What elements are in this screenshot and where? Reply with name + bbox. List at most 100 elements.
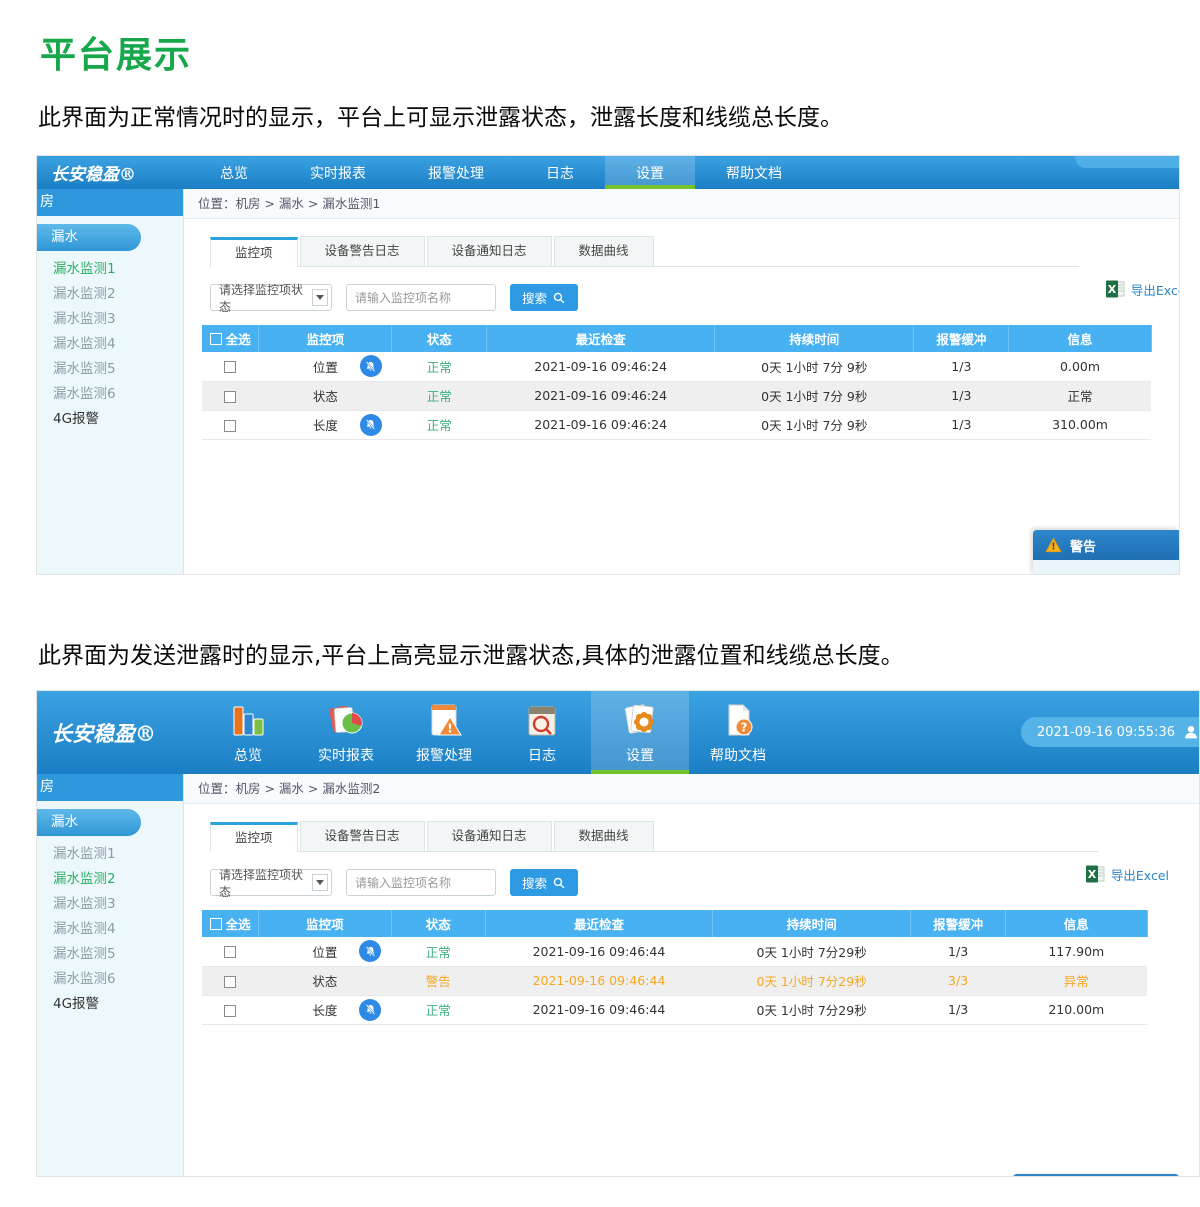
row-checkbox[interactable] [224,361,236,373]
monitor-name-input[interactable] [346,869,496,896]
nav-label: 设置 [636,163,664,183]
warning-icon: ! [1045,537,1062,553]
tab-monitor-items[interactable]: 监控项 [210,822,298,852]
screenshot-leak: 长安稳盈® 总览 实时报表 ! 报警处理 日志 设置 ? 帮助文档 2021-0… [36,690,1200,1177]
nav-overview[interactable]: 总览 [199,691,297,774]
last-check-time: 2021-09-16 09:46:24 [487,410,715,439]
row-checkbox[interactable] [224,976,236,988]
sidebar-item-monitor6[interactable]: 漏水监测6 [37,382,183,407]
sidebar-item-monitor2[interactable]: 漏水监测2 [37,282,183,307]
notification-muted-icon[interactable] [359,999,381,1021]
status-badge: 正常 [392,410,487,439]
notification-muted-icon[interactable] [360,355,382,377]
search-button[interactable]: 搜索 [510,284,578,311]
nav-realtime-report[interactable]: 实时报表 [297,691,395,774]
info-value: 正常 [1009,381,1151,410]
caption-normal-state: 此界面为正常情况时的显示，平台上可显示泄露状态，泄露长度和线缆总长度。 [38,98,843,132]
sidebar-item-monitor5[interactable]: 漏水监测5 [37,942,183,967]
search-label: 搜索 [522,288,547,307]
sidebar-item-monitor4[interactable]: 漏水监测4 [37,917,183,942]
select-all-checkbox[interactable] [210,333,222,345]
main-panel: 位置：机房 > 漏水 > 漏水监测2 监控项 设备警告日志 设备通知日志 数据曲… [183,774,1199,1176]
breadcrumb: 位置：机房 > 漏水 > 漏水监测1 [184,189,1179,219]
brand-logo: 长安稳盈® [37,160,189,185]
sidebar-item-monitor4[interactable]: 漏水监测4 [37,332,183,357]
search-button[interactable]: 搜索 [510,869,578,896]
sidebar-item-monitor3[interactable]: 漏水监测3 [37,307,183,332]
nav-label: 总览 [220,163,248,183]
last-check-time: 2021-09-16 09:46:24 [487,352,715,381]
info-value: 117.90m [1005,937,1147,966]
header-monitor-item: 监控项 [259,910,391,937]
nav-help-doc[interactable]: ? 帮助文档 [689,691,787,774]
nav-help-doc[interactable]: 帮助文档 [695,156,813,189]
row-checkbox[interactable] [224,946,236,958]
sidebar-header-room[interactable]: 房 [37,774,183,801]
notification-muted-icon[interactable] [360,414,382,436]
tab-data-curve[interactable]: 数据曲线 [554,821,654,851]
nav-alarm-process[interactable]: 报警处理 [397,156,515,189]
table-row: 长度 正常 2021-09-16 09:46:24 0天 1小时 7分 9秒 1… [202,410,1151,439]
warning-title: 警告 [1070,536,1096,555]
table-row: 长度 正常 2021-09-16 09:46:44 0天 1小时 7分29秒 1… [202,995,1147,1024]
search-icon [552,876,566,890]
status-select[interactable]: 请选择监控项状态 [210,869,332,896]
monitor-table: 全选 监控项 状态 最近检查 持续时间 报警缓冲 信息 位置 正常 [202,325,1152,440]
header-select-all: 全选 [226,914,251,933]
nav-realtime-report[interactable]: 实时报表 [279,156,397,189]
export-excel-button[interactable]: X 导出Excel [1105,279,1180,299]
nav-settings[interactable]: 设置 [605,156,695,189]
page: { "doc": { "title": "平台展示", "intro_norma… [0,0,1200,1207]
row-checkbox[interactable] [224,420,236,432]
realtime-report-icon [325,701,367,741]
row-checkbox[interactable] [224,391,236,403]
sidebar-item-monitor1[interactable]: 漏水监测1 [37,257,183,282]
nav-settings[interactable]: 设置 [591,691,689,774]
page-title: 平台展示 [40,26,192,78]
sidebar-item-monitor6[interactable]: 漏水监测6 [37,967,183,992]
export-label: 导出Excel [1111,865,1169,884]
info-value: 210.00m [1005,995,1147,1024]
nav-label: 设置 [626,745,654,765]
notification-muted-icon[interactable] [359,940,381,962]
warning-popup[interactable]: ! 警告 设备项：漏水监测2 监控项：状态 状态：警告 [1013,1174,1179,1177]
sidebar-header-room[interactable]: 房 [37,189,183,216]
caption-leak-state: 此界面为发送泄露时的显示,平台上高亮显示泄露状态,具体的泄露位置和线缆总长度。 [38,636,904,670]
row-checkbox[interactable] [224,1005,236,1017]
table-header-row: 全选 监控项 状态 最近检查 持续时间 报警缓冲 信息 [202,910,1147,937]
nav-label: 报警处理 [416,745,472,765]
tab-device-warning-log[interactable]: 设备警告日志 [300,821,425,851]
sidebar-item-monitor3[interactable]: 漏水监测3 [37,892,183,917]
export-excel-button[interactable]: X 导出Excel [1085,864,1169,884]
tab-device-notify-log[interactable]: 设备通知日志 [427,821,552,851]
sidebar-group-leak[interactable]: 漏水 [37,224,141,251]
status-select[interactable]: 请选择监控项状态 [210,284,332,311]
tab-device-warning-log[interactable]: 设备警告日志 [300,236,425,266]
nav-label: 帮助文档 [726,163,782,183]
header-monitor-item: 监控项 [259,325,392,352]
monitor-item-name: 长度 [313,418,338,433]
tab-data-curve[interactable]: 数据曲线 [554,236,654,266]
status-badge: 正常 [392,352,487,381]
tab-monitor-items[interactable]: 监控项 [210,237,298,267]
monitor-name-input[interactable] [346,284,496,311]
warning-toast[interactable]: ! 警告 [1033,530,1179,574]
nav-overview[interactable]: 总览 [189,156,279,189]
select-all-checkbox[interactable] [210,918,222,930]
monitor-item-name: 位置 [313,360,338,375]
nav-label: 日志 [528,745,556,765]
last-check-time: 2021-09-16 09:46:44 [486,937,713,966]
nav-alarm-process[interactable]: ! 报警处理 [395,691,493,774]
sidebar-item-monitor2[interactable]: 漏水监测2 [37,867,183,892]
sidebar-item-monitor5[interactable]: 漏水监测5 [37,357,183,382]
sidebar-item-monitor1[interactable]: 漏水监测1 [37,842,183,867]
last-check-time: 2021-09-16 09:46:44 [486,966,713,995]
header-alarm-buffer: 报警缓冲 [911,910,1006,937]
nav-log[interactable]: 日志 [515,156,605,189]
nav-log[interactable]: 日志 [493,691,591,774]
user-icon[interactable] [1183,724,1199,740]
sidebar-item-4g-alarm[interactable]: 4G报警 [37,407,183,432]
sidebar-item-4g-alarm[interactable]: 4G报警 [37,992,183,1017]
sidebar-group-leak[interactable]: 漏水 [37,809,141,836]
tab-device-notify-log[interactable]: 设备通知日志 [427,236,552,266]
